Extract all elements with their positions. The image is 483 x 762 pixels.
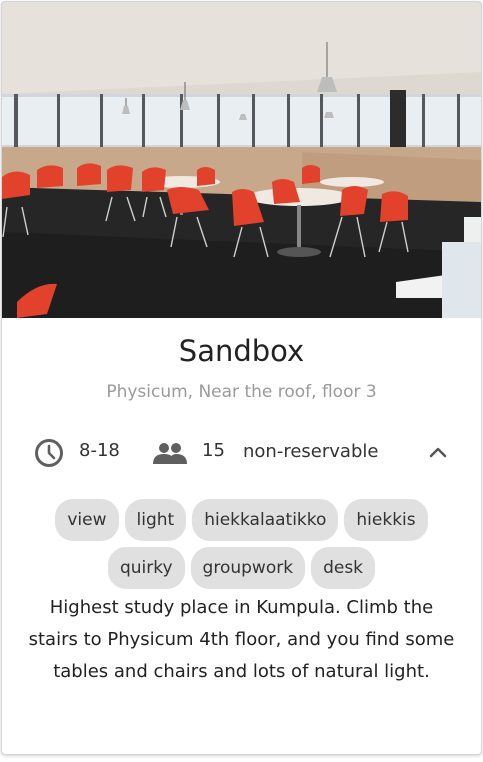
tag-list: view light hiekkalaatikko hiekkis quirky… (42, 499, 441, 589)
tag-chip[interactable]: hiekkis (344, 499, 428, 541)
place-photo (2, 2, 481, 318)
tag-chip[interactable]: desk (311, 547, 376, 589)
tag-chip[interactable]: view (55, 499, 119, 541)
opening-hours: 8-18 (79, 440, 120, 461)
people-icon (153, 443, 187, 464)
study-place-card: Sandbox Physicum, Near the roof, floor 3… (1, 1, 482, 755)
place-name: Sandbox (178, 334, 305, 368)
tag-chip[interactable]: groupwork (190, 547, 306, 589)
reservation-status: non-reservable (243, 441, 379, 462)
chevron-up-icon[interactable] (426, 442, 450, 462)
place-meta-row: 8-18 15 non-reservable (2, 432, 481, 472)
capacity-count: 15 (202, 440, 225, 461)
clock-icon (35, 439, 63, 467)
tag-chip[interactable]: light (124, 499, 187, 541)
tag-chip[interactable]: hiekkalaatikko (192, 499, 339, 541)
tag-chip[interactable]: quirky (107, 547, 185, 589)
place-location: Physicum, Near the roof, floor 3 (106, 382, 377, 402)
place-description: Highest study place in Kumpula. Climb th… (28, 597, 455, 682)
